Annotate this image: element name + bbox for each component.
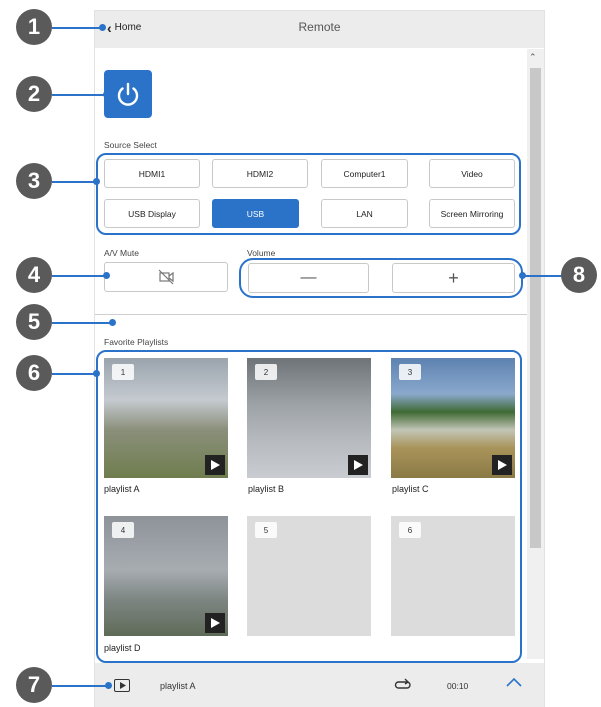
source-button-usb-display[interactable]: USB Display — [104, 199, 200, 228]
av-mute-button[interactable] — [104, 262, 228, 292]
power-button[interactable] — [104, 70, 152, 118]
callout-1: 1 — [16, 9, 52, 45]
playlist-name: playlist B — [248, 484, 285, 494]
tile-number: 3 — [399, 364, 421, 380]
callout-line-3 — [52, 178, 100, 185]
section-divider — [95, 314, 527, 315]
playlist-tile-6[interactable]: 6 — [391, 516, 515, 636]
tile-number: 4 — [112, 522, 134, 538]
source-button-video[interactable]: Video — [429, 159, 515, 188]
tile-number: 5 — [255, 522, 277, 538]
callout-2: 2 — [16, 76, 52, 112]
playback-time: 00:10 — [447, 681, 469, 691]
play-icon[interactable] — [205, 613, 225, 633]
power-icon — [117, 82, 139, 106]
page-title: Remote — [298, 20, 341, 34]
media-icon[interactable] — [114, 679, 130, 692]
callout-5: 5 — [16, 304, 52, 340]
callout-7: 7 — [16, 667, 52, 703]
playlist-tile-3[interactable]: 3 — [391, 358, 515, 478]
source-select-label: Source Select — [104, 140, 157, 150]
source-button-hdmi2[interactable]: HDMI2 — [212, 159, 308, 188]
repeat-icon[interactable] — [394, 677, 412, 698]
playlist-tile-5[interactable]: 5 — [247, 516, 371, 636]
tile-number: 6 — [399, 522, 421, 538]
tile-number: 2 — [255, 364, 277, 380]
callout-line-5 — [52, 319, 116, 326]
playlist-tile-1[interactable]: 1 — [104, 358, 228, 478]
callout-line-8 — [519, 272, 563, 279]
playlist-tile-2[interactable]: 2 — [247, 358, 371, 478]
source-button-lan[interactable]: LAN — [321, 199, 408, 228]
callout-3: 3 — [16, 163, 52, 199]
play-icon[interactable] — [492, 455, 512, 475]
playlist-name: playlist A — [104, 484, 140, 494]
now-playing-name: playlist A — [160, 681, 196, 691]
scroll-up-icon[interactable]: ⌃ — [529, 52, 537, 63]
play-icon[interactable] — [205, 455, 225, 475]
callout-line-6 — [52, 370, 100, 377]
callout-line-2 — [52, 91, 110, 98]
tile-number: 1 — [112, 364, 134, 380]
callout-6: 6 — [16, 355, 52, 391]
source-button-computer1[interactable]: Computer1 — [321, 159, 408, 188]
volume-down-button[interactable]: — — [248, 263, 369, 293]
callout-line-7 — [52, 682, 112, 689]
callout-line-1 — [52, 24, 106, 31]
callout-8: 8 — [561, 257, 597, 293]
favorite-playlists-label: Favorite Playlists — [104, 337, 169, 347]
volume-label: Volume — [247, 248, 276, 258]
source-button-hdmi1[interactable]: HDMI1 — [104, 159, 200, 188]
av-mute-icon — [158, 269, 174, 285]
source-button-usb[interactable]: USB — [212, 199, 299, 228]
play-icon[interactable] — [348, 455, 368, 475]
callout-line-4 — [52, 272, 110, 279]
expand-up-icon[interactable] — [505, 675, 523, 693]
callout-4: 4 — [16, 257, 52, 293]
playlist-name: playlist C — [392, 484, 429, 494]
playlist-tile-4[interactable]: 4 — [104, 516, 228, 636]
source-button-screen-mirroring[interactable]: Screen Mirroring — [429, 199, 515, 228]
playlist-name: playlist D — [104, 643, 141, 653]
scrollbar-thumb[interactable] — [530, 68, 541, 548]
av-mute-label: A/V Mute — [104, 248, 139, 258]
volume-up-button[interactable]: + — [392, 263, 515, 293]
